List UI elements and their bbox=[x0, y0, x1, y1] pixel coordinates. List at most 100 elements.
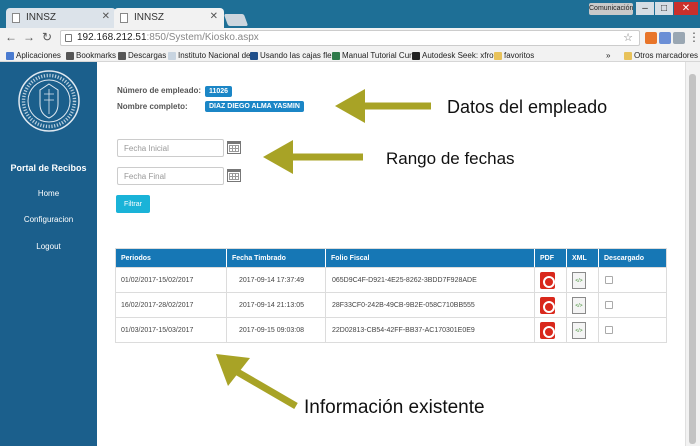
annotation-arrow-icon bbox=[216, 354, 298, 410]
bookmark-label: Bookmarks bbox=[76, 51, 117, 60]
page-icon bbox=[168, 52, 176, 60]
bookmark-manual[interactable]: Manual Tutorial Curs bbox=[332, 50, 416, 61]
pdf-download-icon[interactable] bbox=[540, 321, 555, 339]
column-header-periodos: Periodos bbox=[116, 249, 227, 267]
table-header-row: Periodos Fecha Timbrado Folio Fiscal PDF… bbox=[116, 249, 666, 267]
downloaded-checkbox[interactable] bbox=[605, 326, 613, 334]
minimize-icon[interactable]: – bbox=[636, 2, 654, 15]
profile-badge[interactable]: Comunicación bbox=[589, 3, 633, 15]
calendar-icon[interactable] bbox=[227, 141, 241, 154]
bookmark-autodesk[interactable]: Autodesk Seek: xfrog bbox=[412, 50, 498, 61]
employee-name-badge: DIAZ DIEGO ALMA YASMIN bbox=[205, 101, 304, 112]
calendar-icon[interactable] bbox=[227, 169, 241, 182]
column-header-descargado: Descargado bbox=[604, 254, 645, 262]
close-window-icon[interactable]: ✕ bbox=[674, 2, 698, 15]
maximize-icon[interactable]: □ bbox=[655, 2, 673, 15]
bookmark-label: Aplicaciones bbox=[16, 51, 61, 60]
stamp-date-cell: 2017-09-14 17:37:49 bbox=[227, 268, 326, 292]
period-cell: 01/02/2017-15/02/2017 bbox=[116, 268, 227, 292]
bookmark-label: Descargas bbox=[128, 51, 167, 60]
folder-icon bbox=[494, 52, 502, 60]
bookmark-favoritos[interactable]: favoritos bbox=[494, 50, 534, 61]
column-header-pdf: PDF bbox=[535, 249, 567, 267]
bookmark-label: Otros marcadores bbox=[634, 51, 699, 60]
pdf-cell bbox=[535, 318, 567, 342]
fiscal-folio-cell: 065D9C4F-D921-4E25-8262-3BDD7F928ADE bbox=[326, 268, 535, 292]
annotation-employee-data: Datos del empleado bbox=[447, 97, 608, 117]
bookmark-apps[interactable]: Aplicaciones bbox=[6, 50, 61, 61]
downloaded-checkbox[interactable] bbox=[605, 301, 613, 309]
bookmark-label: Instituto Nacional de bbox=[178, 51, 251, 60]
back-arrow-icon[interactable]: ← bbox=[4, 30, 18, 44]
start-date-input[interactable] bbox=[117, 139, 224, 157]
downloaded-checkbox[interactable] bbox=[605, 276, 613, 284]
close-tab-icon[interactable]: ✕ bbox=[210, 11, 218, 22]
xml-download-icon[interactable] bbox=[572, 321, 586, 339]
portal-title: Portal de Recibos bbox=[10, 163, 87, 173]
column-header-folio-fiscal: Folio Fiscal bbox=[326, 249, 535, 267]
reload-icon[interactable]: ↻ bbox=[40, 30, 54, 44]
browser-tab-strip: INNSZ ✕ INNSZ ✕ Comunicación – □ ✕ bbox=[0, 0, 700, 28]
sidebar: Portal de Recibos Home Configuracion Log… bbox=[0, 62, 97, 446]
pdf-download-icon[interactable] bbox=[540, 296, 555, 314]
institution-seal-logo bbox=[18, 70, 80, 132]
forward-arrow-icon[interactable]: → bbox=[22, 30, 36, 44]
tab-title: INNSZ bbox=[134, 12, 164, 23]
new-tab-button[interactable] bbox=[223, 14, 249, 26]
extension-icon[interactable] bbox=[673, 32, 685, 44]
annotation-date-range: Rango de fechas bbox=[386, 149, 515, 168]
downloaded-cell bbox=[599, 268, 666, 292]
bookmarks-overflow-icon[interactable]: » bbox=[606, 50, 610, 61]
nav-link-logout[interactable]: Logout bbox=[0, 242, 97, 251]
annotation-existing-info: Información existente bbox=[304, 397, 485, 418]
page-info-icon[interactable] bbox=[65, 34, 72, 42]
filter-button[interactable]: Filtrar bbox=[116, 195, 150, 213]
browser-tab-1[interactable]: INNSZ ✕ bbox=[6, 8, 116, 28]
stamp-date-cell: 2017-09-15 09:03:08 bbox=[227, 318, 326, 342]
page-icon bbox=[412, 52, 420, 60]
downloaded-cell bbox=[599, 293, 666, 317]
url-path: :850/System/Kiosko.aspx bbox=[146, 32, 259, 43]
folder-icon bbox=[624, 52, 632, 60]
bookmark-label: favoritos bbox=[504, 51, 535, 60]
employee-number-label: Número de empleado: bbox=[117, 86, 202, 95]
browser-menu-icon[interactable]: ⋮ bbox=[688, 30, 700, 44]
browser-tab-2[interactable]: INNSZ ✕ bbox=[114, 8, 224, 28]
employee-name-label: Nombre completo: bbox=[117, 102, 188, 111]
annotation-arrow-icon bbox=[335, 89, 431, 123]
bookmark-cajas-flex[interactable]: Usando las cajas flex bbox=[250, 50, 336, 61]
xml-cell bbox=[567, 318, 599, 342]
browser-toolbar: ← → ↻ 192.168.212.51:850/System/Kiosko.a… bbox=[0, 28, 700, 48]
xml-cell bbox=[567, 268, 599, 292]
bookmark-otros[interactable]: Otros marcadores bbox=[624, 50, 698, 61]
pdf-download-icon[interactable] bbox=[540, 271, 555, 289]
bookmark-instituto[interactable]: Instituto Nacional de bbox=[168, 50, 251, 61]
end-date-input[interactable] bbox=[117, 167, 224, 185]
xml-download-icon[interactable] bbox=[572, 271, 586, 289]
address-bar[interactable]: 192.168.212.51:850/System/Kiosko.aspx ☆ bbox=[60, 30, 640, 46]
tab-title: INNSZ bbox=[26, 12, 56, 23]
stamp-date-cell: 2017-09-14 21:13:05 bbox=[227, 293, 326, 317]
page-icon bbox=[12, 13, 20, 23]
xml-download-icon[interactable] bbox=[572, 296, 586, 314]
apps-icon bbox=[6, 52, 14, 60]
nav-link-home[interactable]: Home bbox=[0, 189, 97, 198]
table-row: 01/02/2017-15/02/2017 2017-09-14 17:37:4… bbox=[116, 267, 666, 292]
pdf-cell bbox=[535, 268, 567, 292]
scrollbar-thumb[interactable] bbox=[689, 74, 696, 444]
fiscal-folio-cell: 22D02813-CB54-42FF-BB37-AC170301E0E9 bbox=[326, 318, 535, 342]
bookmark-star-icon[interactable]: ☆ bbox=[623, 31, 633, 45]
bookmark-bookmarks[interactable]: Bookmarks bbox=[66, 50, 116, 61]
page-icon bbox=[250, 52, 258, 60]
period-cell: 01/03/2017-15/03/2017 bbox=[116, 318, 227, 342]
nav-link-configuracion[interactable]: Configuracion bbox=[0, 215, 97, 224]
xml-cell bbox=[567, 293, 599, 317]
close-tab-icon[interactable]: ✕ bbox=[102, 11, 110, 22]
employee-number-badge: 11026 bbox=[205, 86, 233, 97]
page-icon bbox=[332, 52, 340, 60]
bookmark-descargas[interactable]: Descargas bbox=[118, 50, 166, 61]
extension-icon[interactable] bbox=[645, 32, 657, 44]
annotation-arrow-icon bbox=[263, 140, 363, 174]
fiscal-folio-cell: 28F33CF0-242B-49CB-9B2E-058C710BB555 bbox=[326, 293, 535, 317]
extension-icon[interactable] bbox=[659, 32, 671, 44]
